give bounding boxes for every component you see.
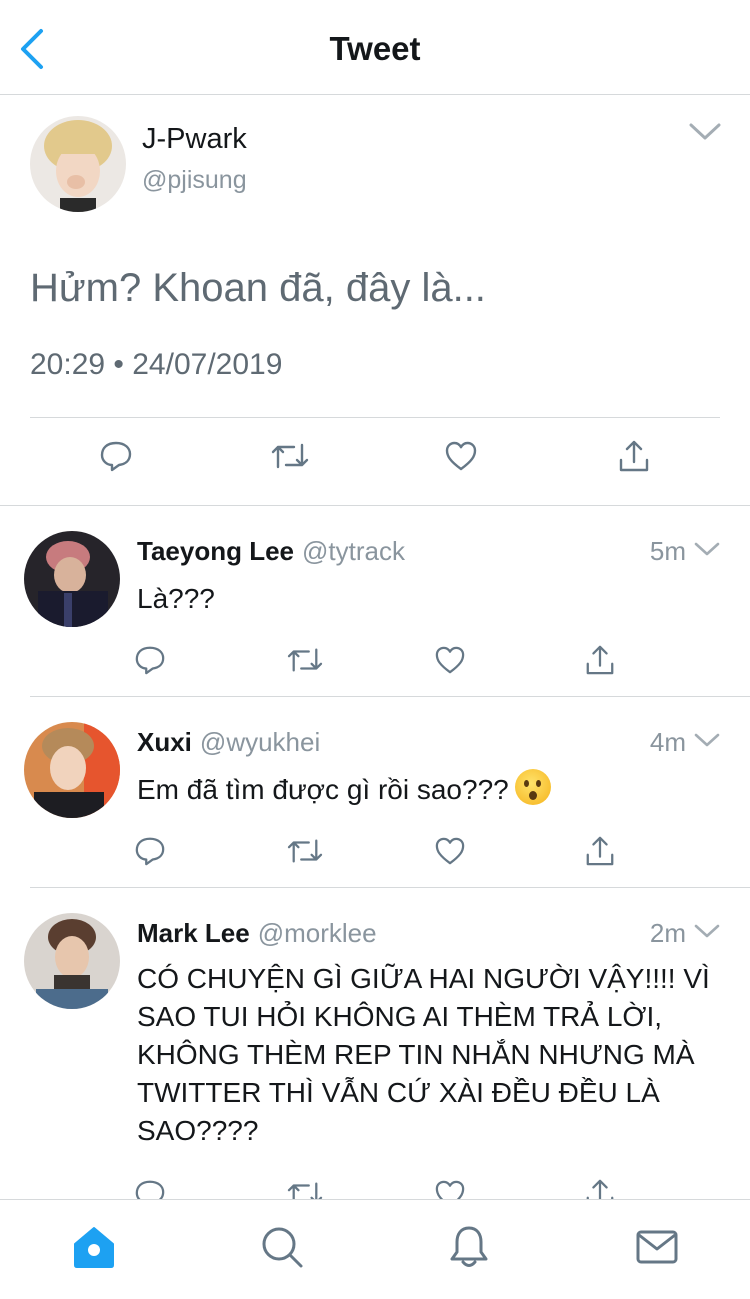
reply-time: 5m	[649, 536, 686, 566]
share-button[interactable]	[580, 640, 620, 680]
messages-icon	[636, 1230, 678, 1264]
like-button[interactable]	[430, 640, 470, 680]
author-name: Xuxi	[137, 727, 192, 757]
tab-notifications[interactable]	[444, 1222, 494, 1272]
like-icon	[445, 441, 477, 471]
divider	[30, 417, 720, 418]
reply-button[interactable]	[130, 1174, 170, 1199]
like-icon	[435, 646, 465, 674]
tweet-timestamp: 20:29 • 24/07/2019	[30, 348, 283, 381]
reply-actions	[0, 831, 750, 871]
share-button[interactable]	[580, 831, 620, 871]
retweet-icon	[287, 648, 323, 672]
tab-home[interactable]	[69, 1222, 119, 1272]
avatar-image	[24, 913, 120, 1009]
author-handle: @wyukhei	[199, 727, 321, 757]
reply-icon	[135, 646, 165, 675]
reply-time: 2m	[649, 918, 686, 948]
page-title: Tweet	[329, 30, 421, 67]
like-icon	[435, 1180, 465, 1199]
main-tweet: J-Pwark @pjisung Hửm? Khoan đã, đây là..…	[0, 96, 750, 506]
avatar[interactable]	[30, 116, 126, 212]
retweet-icon	[287, 839, 323, 863]
top-navigation-bar: Tweet	[0, 0, 750, 95]
avatar-image	[24, 722, 120, 818]
avatar[interactable]	[24, 531, 120, 627]
share-icon	[586, 645, 614, 675]
reply-icon	[135, 1180, 165, 1199]
chevron-down-icon	[694, 542, 720, 556]
home-icon	[74, 1227, 114, 1268]
tweet-actions	[0, 436, 750, 486]
reply-icon	[100, 441, 132, 472]
retweet-button[interactable]	[285, 1174, 325, 1199]
retweet-icon	[271, 443, 309, 469]
retweet-icon	[287, 1182, 323, 1199]
reply-text: Là???	[137, 583, 215, 614]
reply-author[interactable]: Taeyong Lee @tytrack	[137, 536, 405, 567]
reply-tweet[interactable]: Taeyong Lee @tytrack 5m Là???	[0, 506, 750, 697]
author-name[interactable]: J-Pwark	[142, 123, 247, 156]
reply-options-button[interactable]	[694, 542, 720, 563]
share-icon	[586, 1179, 614, 1199]
share-button[interactable]	[614, 436, 654, 476]
tab-messages[interactable]	[632, 1222, 682, 1272]
author-name: Taeyong Lee	[137, 536, 295, 566]
bottom-tab-bar	[0, 1199, 750, 1299]
reply-text: CÓ CHUYỆN GÌ GIỮA HAI NGƯỜI VẬY!!!! VÌ S…	[137, 963, 710, 1146]
reply-text-row: Em đã tìm được gì rồi sao???	[137, 769, 727, 809]
retweet-button[interactable]	[285, 831, 325, 871]
tab-search[interactable]	[257, 1222, 307, 1272]
notifications-icon	[450, 1226, 488, 1267]
avatar[interactable]	[24, 913, 120, 1009]
reply-options-button[interactable]	[694, 924, 720, 945]
retweet-button[interactable]	[270, 436, 310, 476]
like-button[interactable]	[430, 831, 470, 871]
reply-actions	[0, 1174, 750, 1199]
reply-time: 4m	[649, 727, 686, 757]
share-button[interactable]	[580, 1174, 620, 1199]
search-icon	[262, 1227, 303, 1268]
reply-button[interactable]	[96, 436, 136, 476]
chevron-down-icon	[694, 733, 720, 747]
reply-icon	[135, 837, 165, 866]
tweet-options-button[interactable]	[688, 122, 722, 147]
reply-tweet[interactable]: Mark Lee @morklee 2m CÓ CHUYỆN GÌ GIỮA HA…	[0, 888, 750, 1199]
author-handle: @tytrack	[302, 536, 405, 566]
reply-text: Em đã tìm được gì rồi sao???	[137, 774, 509, 805]
reply-button[interactable]	[130, 640, 170, 680]
reply-actions	[0, 640, 750, 680]
avatar-image	[30, 116, 126, 212]
like-icon	[435, 837, 465, 865]
share-icon	[586, 836, 614, 866]
astonished-face-icon	[514, 769, 551, 805]
avatar-image	[24, 531, 120, 627]
like-button[interactable]	[430, 1174, 470, 1199]
retweet-button[interactable]	[285, 640, 325, 680]
reply-author[interactable]: Xuxi @wyukhei	[137, 727, 320, 758]
avatar[interactable]	[24, 722, 120, 818]
author-handle[interactable]: @pjisung	[142, 166, 247, 195]
chevron-down-icon	[689, 123, 721, 140]
author-name: Mark Lee	[137, 918, 250, 948]
like-button[interactable]	[441, 436, 481, 476]
reply-button[interactable]	[130, 831, 170, 871]
chevron-down-icon	[694, 924, 720, 938]
reply-options-button[interactable]	[694, 733, 720, 754]
share-icon	[619, 440, 649, 472]
reply-tweet[interactable]: Xuxi @wyukhei 4m Em đã tìm được gì rồi sa…	[0, 697, 750, 888]
reply-author[interactable]: Mark Lee @morklee	[137, 918, 377, 949]
tweet-text: Hửm? Khoan đã, đây là...	[30, 266, 486, 310]
author-handle: @morklee	[257, 918, 377, 948]
